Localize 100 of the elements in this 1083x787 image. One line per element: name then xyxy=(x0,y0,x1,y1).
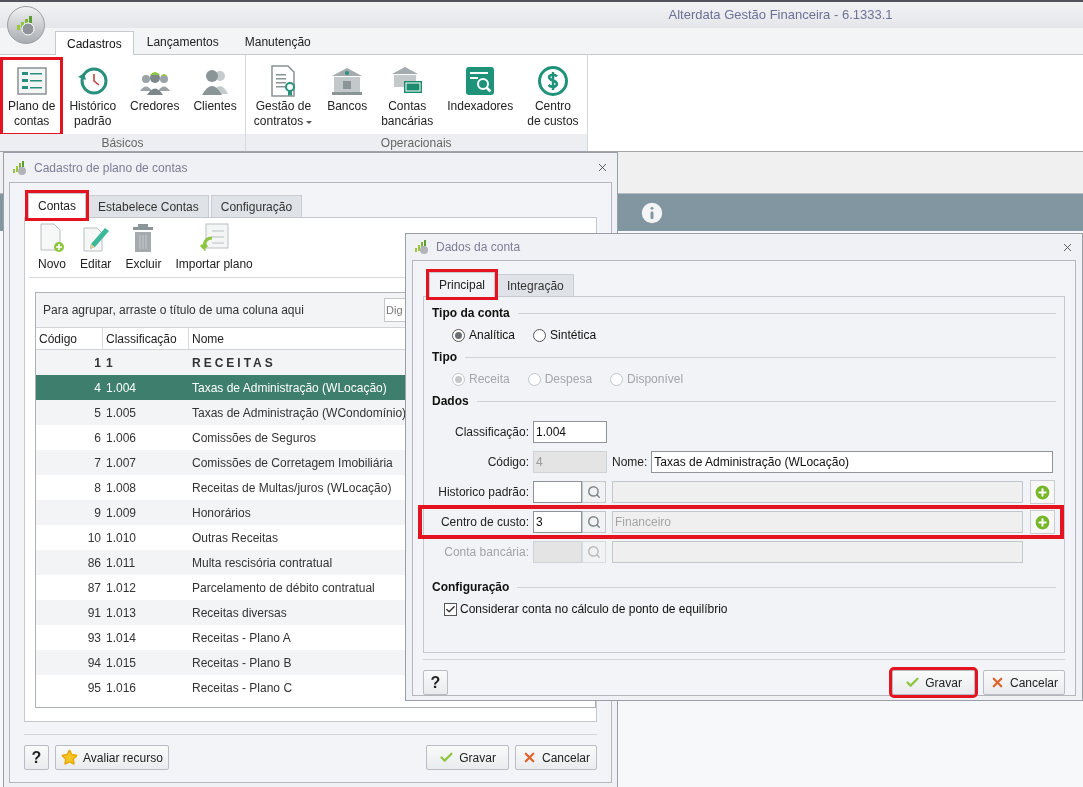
ribbon-button[interactable]: Contas bancárias xyxy=(376,60,439,133)
table-cell: Multa rescisória contratual xyxy=(192,555,333,570)
app-title: Alterdata Gestão Financeira - 6.1333.1 xyxy=(668,6,893,25)
field-label: Classificação: xyxy=(454,424,529,441)
table-cell: 1.006 xyxy=(106,430,137,445)
table-cell: 1.004 xyxy=(106,380,137,395)
table-cell: 1.013 xyxy=(106,605,137,620)
table-cell-text: 10 xyxy=(87,529,101,547)
ribbon-button[interactable]: Credores xyxy=(125,60,185,133)
radio-option[interactable]: Analítica xyxy=(452,326,516,344)
section-title: Tipo da conta xyxy=(432,305,510,322)
table-cell: Receitas - Plano A xyxy=(192,630,291,645)
ribbon-button[interactable]: Bancos xyxy=(322,60,373,133)
search-button[interactable] xyxy=(582,511,606,533)
tab[interactable]: Contas xyxy=(28,193,87,218)
cancel-button[interactable]: Cancelar xyxy=(514,745,597,770)
search-icon xyxy=(587,485,601,499)
search-icon xyxy=(587,515,601,529)
document-search-icon xyxy=(465,66,496,96)
table-cell: 1.012 xyxy=(106,580,137,595)
toolbar-button[interactable]: Excluir xyxy=(125,222,162,273)
table-cell: Comissões de Seguros xyxy=(192,430,317,445)
table-cell: Receitas de Multas/juros (WLocação) xyxy=(192,480,392,495)
cancel-button[interactable]: Cancelar xyxy=(982,670,1065,695)
section-title: Configuração xyxy=(432,579,510,596)
radio-button[interactable] xyxy=(533,328,547,342)
search-button[interactable] xyxy=(582,481,606,503)
add-button[interactable] xyxy=(1030,480,1055,504)
table-cell: Receitas diversas xyxy=(192,605,287,620)
new-document-icon xyxy=(38,222,66,254)
table-cell: 1.016 xyxy=(106,680,137,695)
input-field[interactable] xyxy=(533,481,582,503)
app-logo-icon xyxy=(414,239,430,255)
star-icon xyxy=(61,749,78,766)
help-button[interactable]: ? xyxy=(423,670,448,695)
input-field[interactable]: 3 xyxy=(533,511,582,533)
ribbon-button[interactable]: Gestão de contratos xyxy=(248,60,319,133)
table-cell: Outras Receitas xyxy=(192,530,279,545)
column-header[interactable]: Código xyxy=(36,328,103,349)
tab[interactable]: Configuração xyxy=(210,195,303,217)
table-cell: 1.015 xyxy=(106,655,137,670)
ribbon-tab[interactable]: Lançamentos xyxy=(135,30,230,54)
field-label: Nome: xyxy=(612,454,648,471)
checkbox[interactable] xyxy=(444,602,457,616)
tab[interactable]: Principal xyxy=(429,272,496,297)
table-cell-text: 93 xyxy=(87,629,101,647)
table-cell-text: 4 xyxy=(94,379,101,397)
save-button[interactable]: Gravar xyxy=(892,670,975,695)
table-cell: Taxas de Administração (WCondomínio) xyxy=(192,405,407,420)
check-icon xyxy=(439,750,455,765)
ribbon-tab[interactable]: Manutenção xyxy=(233,30,322,54)
table-cell-text: 94 xyxy=(87,654,101,672)
table-cell-text: 6 xyxy=(94,429,101,447)
table-cell: Taxas de Administração (WLocação) xyxy=(192,380,387,395)
table-cell: 1 xyxy=(106,355,113,370)
app-logo-icon xyxy=(12,159,28,176)
table-cell-text: 5 xyxy=(94,404,101,422)
bank-icon xyxy=(330,66,365,96)
ribbon-button[interactable]: Plano de contas xyxy=(3,60,61,133)
group-label: Básicos xyxy=(101,134,144,152)
table-cell: 1.011 xyxy=(106,555,136,570)
clock-icon xyxy=(76,65,109,97)
list-icon xyxy=(15,65,48,97)
description-field: Financeiro xyxy=(612,511,1023,533)
ribbon-tab[interactable]: Cadastros xyxy=(55,31,134,55)
group-hint: Para agrupar, arraste o título de uma coluna aqui xyxy=(43,302,305,319)
search-icon xyxy=(587,545,601,559)
table-cell-text: 1 xyxy=(94,354,101,372)
close-button[interactable] xyxy=(596,161,609,174)
add-button[interactable] xyxy=(1030,510,1055,534)
table-cell: 1.008 xyxy=(106,480,137,495)
tab[interactable]: Integração xyxy=(497,274,574,296)
window-title: Cadastro de plano de contas xyxy=(34,159,188,177)
column-header[interactable]: Classificação xyxy=(103,328,189,349)
toolbar-button[interactable]: Importar plano xyxy=(175,222,253,273)
toolbar-button[interactable]: Novo xyxy=(38,222,66,273)
tab[interactable]: Estabelece Contas xyxy=(88,195,209,217)
group-label: Operacionais xyxy=(380,134,452,152)
input-field[interactable]: 1.004 xyxy=(533,421,607,443)
help-button[interactable]: ? xyxy=(24,745,49,770)
table-cell-text: 87 xyxy=(87,579,101,597)
table-cell: 1.010 xyxy=(106,530,137,545)
rate-button[interactable]: Avaliar recurso xyxy=(55,745,169,770)
table-cell-text: 95 xyxy=(87,679,101,697)
ribbon-button[interactable]: Histórico padrão xyxy=(64,60,122,133)
trash-icon xyxy=(131,222,156,254)
ribbon-button[interactable]: Centro de custos xyxy=(522,60,584,133)
radio-button[interactable] xyxy=(452,328,465,342)
table-cell-text: 91 xyxy=(87,604,101,622)
window-title: Dados da conta xyxy=(436,239,521,256)
table-cell: 1.005 xyxy=(106,405,137,420)
import-icon xyxy=(198,222,231,254)
ribbon-button[interactable]: Indexadores xyxy=(442,60,519,133)
table-cell: 1.009 xyxy=(106,505,137,520)
radio-option[interactable]: Sintética xyxy=(533,326,597,344)
toolbar-button[interactable]: Editar xyxy=(80,222,112,273)
field-label: Historico padrão: xyxy=(438,484,529,501)
save-button[interactable]: Gravar xyxy=(426,745,509,770)
plus-icon xyxy=(1033,512,1052,532)
ribbon-button[interactable]: Clientes xyxy=(188,60,242,133)
